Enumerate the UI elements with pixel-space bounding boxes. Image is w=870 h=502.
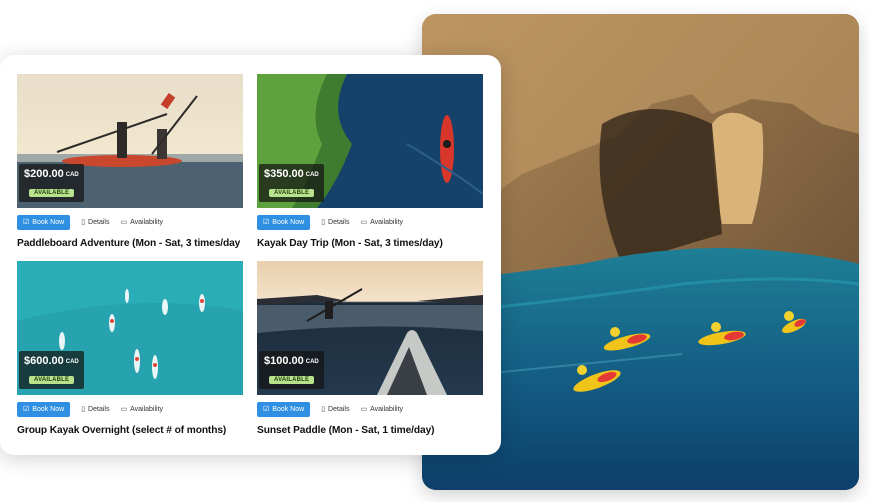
document-icon: ▯ — [81, 406, 86, 413]
price-value: $600.00 — [24, 355, 64, 367]
availability-label: Availability — [130, 405, 164, 413]
check-square-icon: ☑ — [263, 405, 270, 413]
listing-actions: ☑ Book Now ▯ Details ▭ Availability — [257, 214, 403, 230]
price-tag: $200.00 CAD AVAILABLE — [19, 164, 84, 202]
listing-tile: $200.00 CAD AVAILABLE ☑ Book Now ▯ Details … — [17, 74, 243, 249]
availability-label: Availability — [370, 405, 404, 413]
book-now-button[interactable]: ☑ Book Now — [257, 214, 311, 230]
check-square-icon: ☑ — [263, 218, 270, 226]
book-now-label: Book Now — [32, 218, 65, 226]
price-tag: $350.00 CAD AVAILABLE — [259, 164, 324, 202]
book-now-button[interactable]: ☑ Book Now — [257, 401, 311, 417]
details-label: Details — [328, 218, 350, 226]
listing-image[interactable]: $200.00 CAD AVAILABLE — [17, 74, 243, 208]
currency-label: CAD — [305, 359, 319, 365]
availability-link[interactable]: ▭ Availability — [360, 405, 404, 414]
price-value: $350.00 — [264, 168, 304, 180]
listing-title[interactable]: Kayak Day Trip (Mon - Sat, 3 times/day) — [257, 238, 443, 249]
book-now-label: Book Now — [272, 405, 305, 413]
calendar-icon: ▭ — [120, 406, 128, 413]
availability-link[interactable]: ▭ Availability — [120, 218, 164, 227]
calendar-icon: ▭ — [120, 219, 128, 226]
listing-title[interactable]: Sunset Paddle (Mon - Sat, 1 time/day) — [257, 425, 435, 436]
book-now-label: Book Now — [32, 405, 65, 413]
book-now-button[interactable]: ☑ Book Now — [17, 214, 71, 230]
availability-badge: AVAILABLE — [29, 189, 75, 197]
listing-actions: ☑ Book Now ▯ Details ▭ Availability — [17, 401, 163, 417]
price-tag: $100.00 CAD AVAILABLE — [259, 351, 324, 389]
listing-actions: ☑ Book Now ▯ Details ▭ Availability — [17, 214, 163, 230]
details-link[interactable]: ▯ Details — [321, 218, 350, 227]
currency-label: CAD — [305, 172, 319, 178]
calendar-icon: ▭ — [360, 406, 368, 413]
listing-image[interactable]: $600.00 CAD AVAILABLE — [17, 261, 243, 395]
details-link[interactable]: ▯ Details — [321, 405, 350, 414]
price-tag: $600.00 CAD AVAILABLE — [19, 351, 84, 389]
document-icon: ▯ — [321, 406, 326, 413]
book-now-label: Book Now — [272, 218, 305, 226]
currency-label: CAD — [65, 172, 79, 178]
price-value: $200.00 — [24, 168, 64, 180]
availability-badge: AVAILABLE — [29, 376, 75, 384]
details-link[interactable]: ▯ Details — [81, 218, 110, 227]
document-icon: ▯ — [321, 219, 326, 226]
availability-link[interactable]: ▭ Availability — [360, 218, 404, 227]
price-value: $100.00 — [264, 355, 304, 367]
availability-badge: AVAILABLE — [269, 376, 315, 384]
details-label: Details — [88, 218, 110, 226]
availability-link[interactable]: ▭ Availability — [120, 405, 164, 414]
listing-actions: ☑ Book Now ▯ Details ▭ Availability — [257, 401, 403, 417]
currency-label: CAD — [65, 359, 79, 365]
availability-label: Availability — [370, 218, 404, 226]
listing-tile: $600.00 CAD AVAILABLE ☑ Book Now ▯ Details … — [17, 261, 243, 436]
listing-title[interactable]: Paddleboard Adventure (Mon - Sat, 3 time… — [17, 238, 240, 249]
details-link[interactable]: ▯ Details — [81, 405, 110, 414]
check-square-icon: ☑ — [23, 405, 30, 413]
availability-badge: AVAILABLE — [269, 189, 315, 197]
document-icon: ▯ — [81, 219, 86, 226]
listing-title[interactable]: Group Kayak Overnight (select # of month… — [17, 425, 226, 436]
details-label: Details — [88, 405, 110, 413]
check-square-icon: ☑ — [23, 218, 30, 226]
listing-tile: $350.00 CAD AVAILABLE ☑ Book Now ▯ Details … — [257, 74, 483, 249]
availability-label: Availability — [130, 218, 164, 226]
book-now-button[interactable]: ☑ Book Now — [17, 401, 71, 417]
listing-image[interactable]: $350.00 CAD AVAILABLE — [257, 74, 483, 208]
tours-listing-card: $200.00 CAD AVAILABLE ☑ Book Now ▯ Details … — [0, 55, 501, 455]
listing-tile: $100.00 CAD AVAILABLE ☑ Book Now ▯ Details … — [257, 261, 483, 436]
details-label: Details — [328, 405, 350, 413]
listing-image[interactable]: $100.00 CAD AVAILABLE — [257, 261, 483, 395]
calendar-icon: ▭ — [360, 219, 368, 226]
